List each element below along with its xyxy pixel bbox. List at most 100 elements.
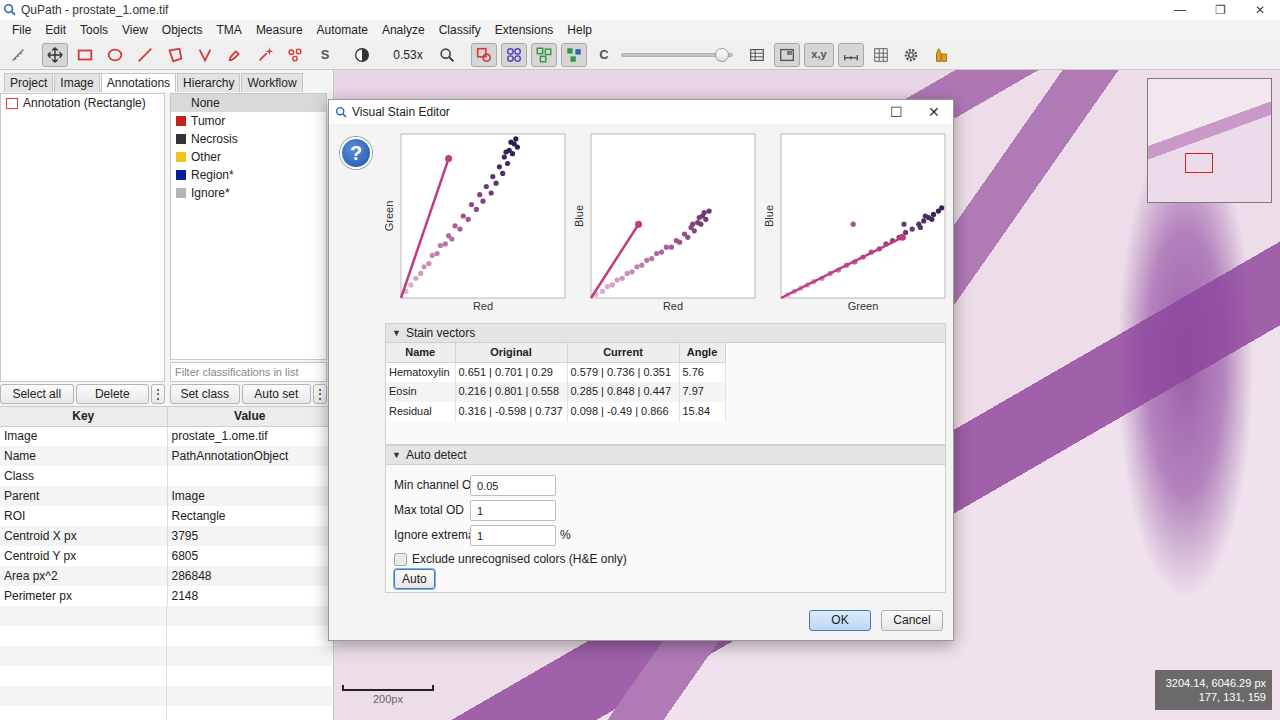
tool-button[interactable] [561, 43, 587, 67]
help-button[interactable]: ? [340, 137, 372, 169]
tool-button[interactable] [192, 43, 218, 67]
column-header: Angle [679, 343, 725, 362]
annotation-item[interactable]: Annotation (Rectangle) [1, 94, 164, 112]
scatter-plot[interactable]: BlueGreen [761, 128, 951, 314]
expand-toggle[interactable]: ▼ [392, 450, 401, 461]
property-row[interactable]: NamePathAnnotationObject [0, 446, 333, 466]
property-row[interactable]: ROIRectangle [0, 506, 333, 526]
tool-button[interactable] [868, 43, 894, 67]
panel-tab[interactable]: Annotations [101, 73, 176, 92]
tool-button[interactable] [501, 43, 527, 67]
tool-button[interactable] [5, 43, 31, 67]
tool-button[interactable] [72, 43, 98, 67]
auto-set-button[interactable]: Auto set [242, 384, 312, 404]
panel-tab[interactable]: Image [54, 73, 99, 92]
section-header[interactable]: ▼Auto detect [385, 445, 946, 465]
tool-button[interactable] [744, 43, 770, 67]
ok-button[interactable]: OK [809, 610, 871, 631]
property-row[interactable]: Area px^2286848 [0, 566, 333, 586]
menu-item[interactable]: View [115, 21, 155, 39]
section-header[interactable]: ▼Stain vectors [385, 323, 946, 343]
tool-button[interactable] [42, 43, 68, 67]
menu-item[interactable]: Objects [155, 21, 210, 39]
slider-thumb[interactable] [715, 48, 729, 62]
set-class-button[interactable]: Set class [170, 384, 240, 404]
scatter-plot[interactable]: BlueRed [571, 128, 761, 314]
menu-item[interactable]: Extensions [488, 21, 561, 39]
menu-item[interactable]: TMA [210, 21, 249, 39]
property-row[interactable]: Centroid X px3795 [0, 526, 333, 546]
close-button[interactable]: ✕ [1240, 3, 1280, 17]
menu-item[interactable]: Help [560, 21, 599, 39]
stain-vector-line[interactable] [591, 221, 642, 298]
tool-button[interactable] [434, 43, 460, 67]
parameter-field[interactable] [470, 525, 556, 546]
menu-item[interactable]: File [5, 21, 38, 39]
opacity-slider[interactable] [621, 43, 733, 67]
property-row[interactable]: Class [0, 466, 333, 486]
tool-button[interactable] [252, 43, 278, 67]
tool-button[interactable] [102, 43, 128, 67]
property-row[interactable]: Perimeter px2148 [0, 586, 333, 606]
auto-button[interactable]: Auto [394, 569, 435, 589]
property-row[interactable]: ParentImage [0, 486, 333, 506]
panel-tab[interactable]: Project [4, 73, 53, 92]
tool-button[interactable] [531, 43, 557, 67]
property-row[interactable]: Centroid Y px6805 [0, 546, 333, 566]
menu-item[interactable]: Edit [38, 21, 73, 39]
maximize-button[interactable]: ❐ [1200, 3, 1240, 17]
menu-item[interactable]: Measure [249, 21, 310, 39]
exclude-colors-option[interactable]: Exclude unrecognised colors (H&E only) [394, 550, 937, 568]
menu-item[interactable]: Automate [310, 21, 375, 39]
scatter-plot[interactable]: GreenRed [381, 128, 571, 314]
tool-button[interactable] [282, 43, 308, 67]
class-item[interactable]: Necrosis [171, 130, 326, 148]
tool-button[interactable]: C [591, 43, 617, 67]
delete-button[interactable]: Delete [76, 384, 150, 404]
menu-item[interactable]: Tools [73, 21, 115, 39]
tool-button[interactable] [838, 43, 864, 67]
class-item[interactable]: Region* [171, 166, 326, 184]
tool-button[interactable] [162, 43, 188, 67]
tool-button[interactable] [471, 43, 497, 67]
minimize-button[interactable]: — [1160, 3, 1200, 17]
class-filter[interactable] [170, 362, 327, 382]
class-item[interactable]: Other [171, 148, 326, 166]
tool-button[interactable] [132, 43, 158, 67]
class-item[interactable]: Tumor [171, 112, 326, 130]
tool-button[interactable] [349, 43, 375, 67]
menu-item[interactable]: Classify [432, 21, 488, 39]
expand-toggle[interactable]: ▼ [392, 328, 401, 339]
tool-button[interactable] [898, 43, 924, 67]
stain-vector-line[interactable] [781, 234, 906, 298]
tool-button[interactable] [774, 43, 800, 67]
stain-row[interactable]: Eosin0.216 | 0.801 | 0.5580.285 | 0.848 … [386, 382, 725, 402]
class-item[interactable]: Ignore* [171, 184, 326, 202]
overview-thumbnail[interactable] [1147, 78, 1272, 203]
dialog-title-bar: Visual Stain Editor☐✕ [329, 100, 953, 124]
close-button[interactable]: ✕ [915, 104, 953, 121]
menu-item[interactable]: Analyze [375, 21, 432, 39]
panel-tab[interactable]: Workflow [241, 73, 302, 92]
select-all-button[interactable]: Select all [0, 384, 74, 404]
cancel-button[interactable]: Cancel [881, 610, 943, 631]
more-button[interactable]: ⋮ [151, 384, 165, 404]
scatter-point [600, 289, 605, 294]
exclude-colors-checkbox[interactable] [394, 553, 407, 566]
property-key: Area px^2 [0, 566, 167, 586]
property-row[interactable]: Imageprostate_1.ome.tif [0, 426, 333, 446]
parameter-field[interactable] [470, 475, 556, 496]
parameter-field[interactable] [470, 500, 556, 521]
stain-vector-line[interactable] [401, 155, 452, 298]
tool-button[interactable] [222, 43, 248, 67]
tool-button[interactable]: x,y [804, 43, 834, 67]
panel-tab[interactable]: Hierarchy [177, 73, 240, 92]
scatter-point [457, 227, 462, 232]
tool-button[interactable]: S [312, 43, 338, 67]
tool-button[interactable] [928, 43, 954, 67]
stain-row[interactable]: Residual0.316 | -0.598 | 0.7370.098 | -0… [386, 402, 725, 422]
stain-row[interactable]: Hematoxylin0.651 | 0.701 | 0.290.579 | 0… [386, 362, 725, 382]
maximize-button[interactable]: ☐ [877, 104, 915, 121]
more-button[interactable]: ⋮ [313, 384, 327, 404]
class-item[interactable]: None [171, 94, 326, 112]
